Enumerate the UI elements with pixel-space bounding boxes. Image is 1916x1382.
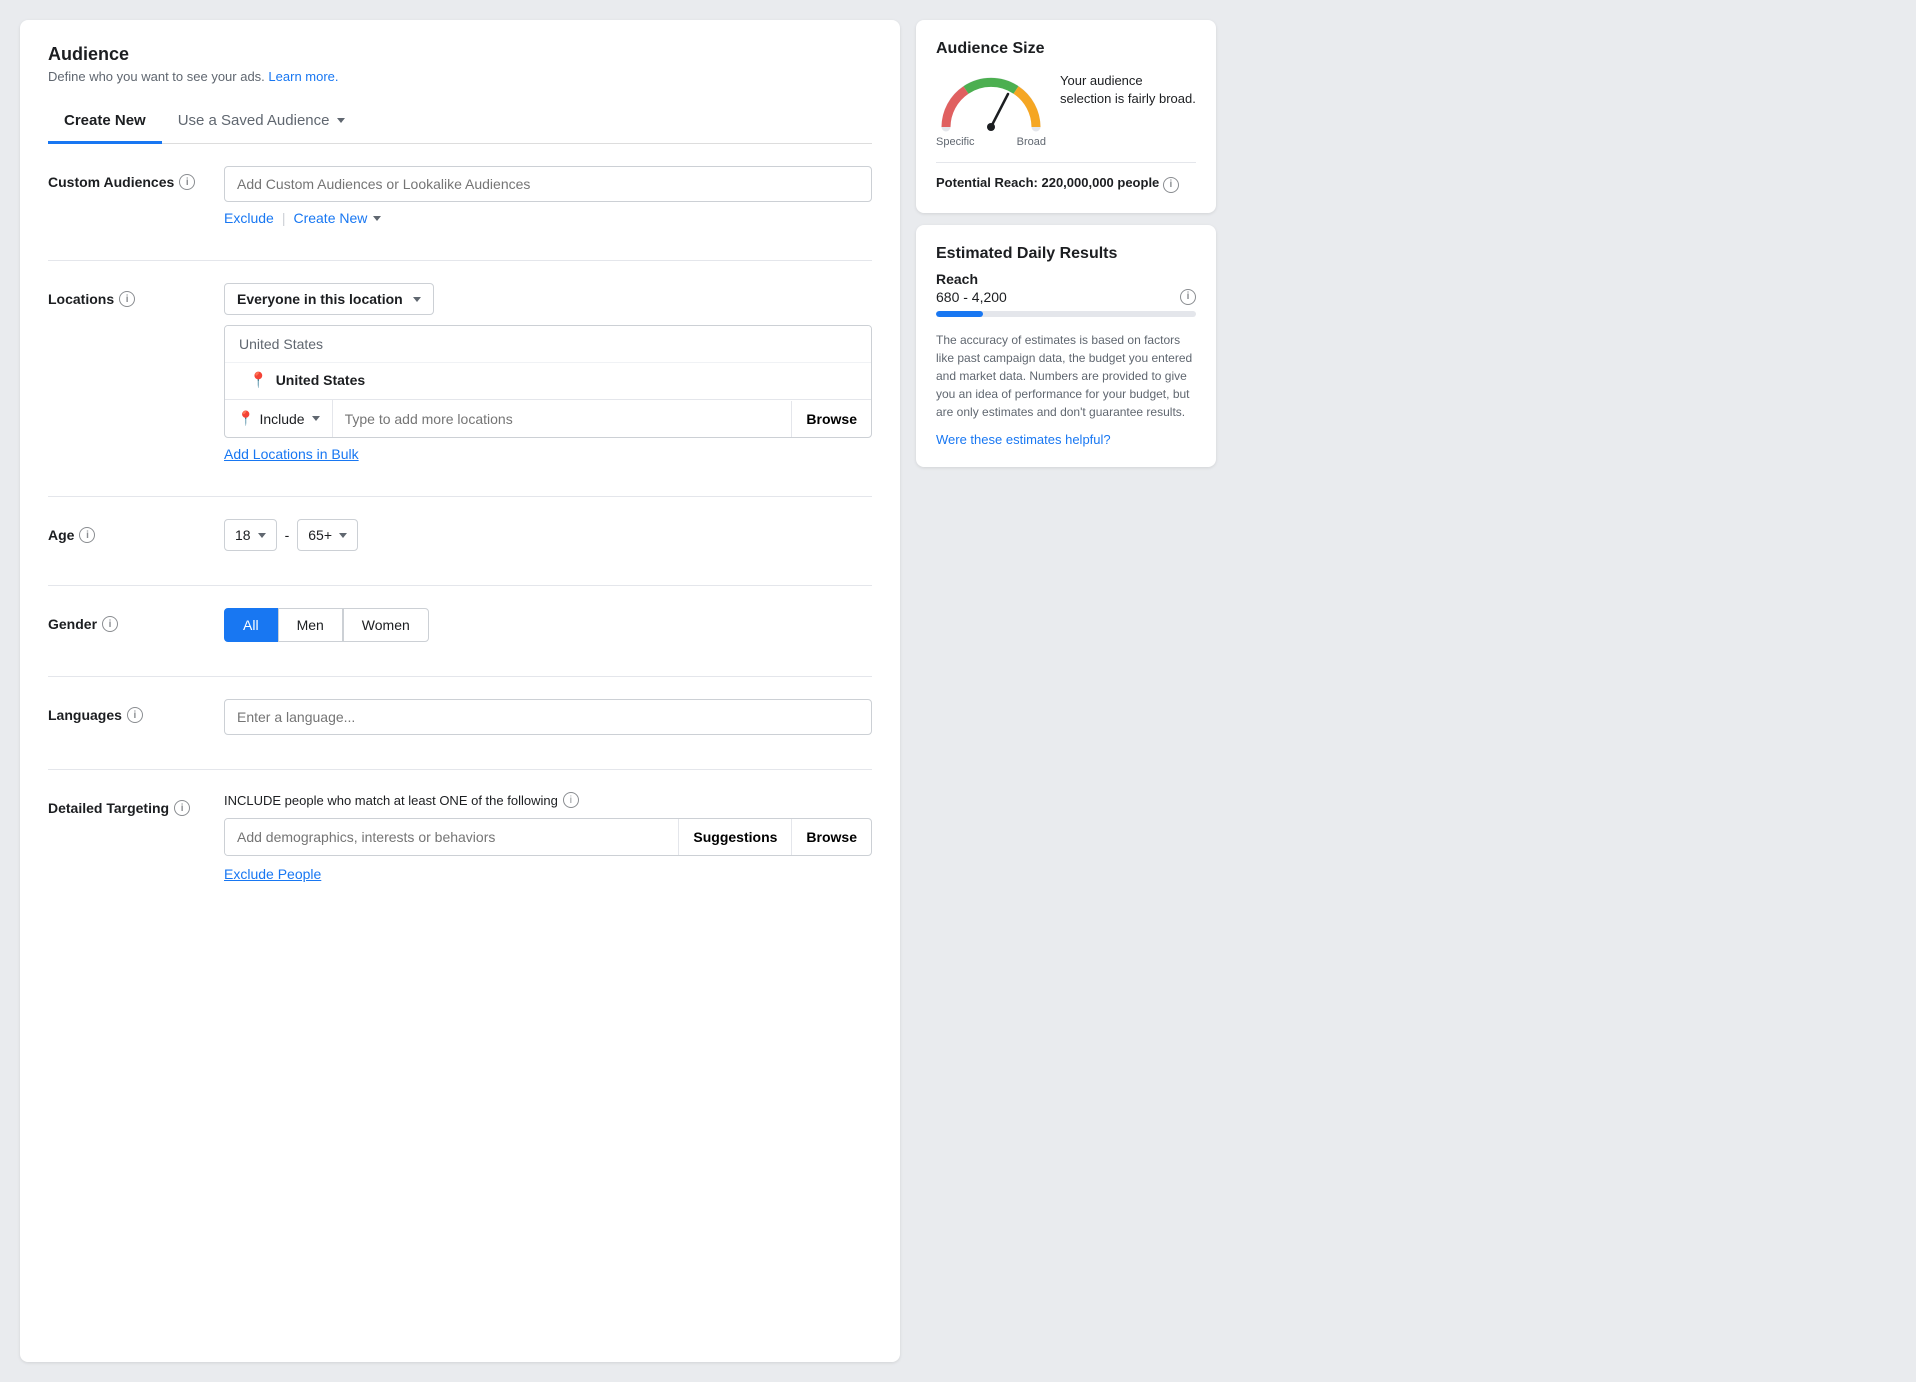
include-dropdown[interactable]: 📍 Include [225, 400, 333, 437]
page-title: Audience [48, 44, 872, 65]
gauge-labels: Specific Broad [936, 136, 1046, 148]
chevron-down-icon [312, 416, 320, 421]
tab-create-new[interactable]: Create New [48, 102, 162, 144]
languages-row: Languages i [48, 699, 872, 735]
age-info-icon[interactable]: i [79, 527, 95, 543]
potential-reach-info-icon[interactable]: i [1163, 177, 1179, 193]
location-item: 📍 United States [225, 362, 871, 399]
pin-small-icon: 📍 [237, 410, 254, 427]
location-search-input[interactable] [333, 401, 792, 437]
audience-size-title: Audience Size [936, 40, 1196, 58]
detailed-targeting-desc-info-icon[interactable]: i [563, 792, 579, 808]
tabs-bar: Create New Use a Saved Audience [48, 102, 872, 144]
reach-bar-background [936, 311, 1196, 317]
chevron-down-icon [337, 118, 345, 123]
main-panel: Audience Define who you want to see your… [20, 20, 900, 1362]
age-label: Age i [48, 519, 208, 543]
languages-label: Languages i [48, 699, 208, 723]
custom-audiences-label: Custom Audiences i [48, 166, 208, 190]
chevron-down-icon [413, 297, 421, 302]
potential-reach: Potential Reach: 220,000,000 people i [936, 162, 1196, 193]
audience-header: Audience Define who you want to see your… [48, 44, 872, 84]
tab-saved-audience[interactable]: Use a Saved Audience [162, 102, 362, 144]
custom-audiences-section: Custom Audiences i Exclude | Create New [48, 144, 872, 261]
detailed-targeting-label: Detailed Targeting i [48, 792, 208, 816]
page-subtitle: Define who you want to see your ads. Lea… [48, 69, 872, 84]
custom-audiences-row: Custom Audiences i Exclude | Create New [48, 166, 872, 226]
gender-label: Gender i [48, 608, 208, 632]
gender-women-button[interactable]: Women [343, 608, 429, 642]
age-row: Age i 18 - 65+ [48, 519, 872, 551]
location-type-dropdown[interactable]: Everyone in this location [224, 283, 434, 315]
create-new-button[interactable]: Create New [293, 210, 381, 226]
separator: | [282, 210, 286, 226]
reach-bar-fill [936, 311, 983, 317]
reach-note: The accuracy of estimates is based on fa… [936, 331, 1196, 421]
languages-field [224, 699, 872, 735]
gender-field: All Men Women [224, 608, 872, 642]
gauge-specific-label: Specific [936, 136, 975, 148]
gauge-broad-label: Broad [1017, 136, 1046, 148]
location-input-row: 📍 Include Browse [225, 399, 871, 437]
age-dash: - [285, 527, 290, 543]
targeting-search-input[interactable] [225, 819, 678, 855]
locations-row: Locations i Everyone in this location Un… [48, 283, 872, 462]
learn-more-link[interactable]: Learn more. [268, 69, 338, 84]
targeting-input-row: Suggestions Browse [224, 818, 872, 856]
custom-audiences-input[interactable] [224, 166, 872, 202]
age-section: Age i 18 - 65+ [48, 497, 872, 586]
languages-section: Languages i [48, 677, 872, 770]
estimated-results-title: Estimated Daily Results [936, 245, 1196, 263]
detailed-targeting-field: INCLUDE people who match at least ONE of… [224, 792, 872, 882]
gauge-area: Specific Broad Your audience selection i… [936, 72, 1196, 148]
location-box: United States 📍 United States 📍 Include … [224, 325, 872, 438]
detailed-targeting-row: Detailed Targeting i INCLUDE people who … [48, 792, 872, 882]
audience-size-card: Audience Size Specifi [916, 20, 1216, 213]
gender-section: Gender i All Men Women [48, 586, 872, 677]
audiences-links: Exclude | Create New [224, 210, 872, 226]
detailed-targeting-section: Detailed Targeting i INCLUDE people who … [48, 770, 872, 882]
age-max-dropdown[interactable]: 65+ [297, 519, 358, 551]
age-min-dropdown[interactable]: 18 [224, 519, 277, 551]
location-search-header: United States [225, 326, 871, 362]
reach-label: Reach [936, 271, 1196, 287]
potential-reach-value: 220,000,000 people [1041, 175, 1159, 190]
exclude-people-link[interactable]: Exclude People [224, 866, 321, 882]
chevron-down-icon [339, 533, 347, 538]
chevron-down-icon [258, 533, 266, 538]
targeting-browse-button[interactable]: Browse [791, 819, 871, 855]
gender-row: Gender i All Men Women [48, 608, 872, 642]
detailed-targeting-info-icon[interactable]: i [174, 800, 190, 816]
age-selectors: 18 - 65+ [224, 519, 872, 551]
detailed-desc: INCLUDE people who match at least ONE of… [224, 792, 872, 808]
locations-field: Everyone in this location United States … [224, 283, 872, 462]
gauge-container: Specific Broad [936, 72, 1046, 148]
add-bulk-link[interactable]: Add Locations in Bulk [224, 446, 359, 462]
exclude-button[interactable]: Exclude [224, 210, 274, 226]
helpful-link[interactable]: Were these estimates helpful? [936, 432, 1111, 447]
chevron-down-icon [373, 216, 381, 221]
side-panel: Audience Size Specifi [916, 20, 1216, 1362]
estimated-results-card: Estimated Daily Results Reach 680 - 4,20… [916, 225, 1216, 467]
locations-info-icon[interactable]: i [119, 291, 135, 307]
gender-men-button[interactable]: Men [278, 608, 343, 642]
gender-info-icon[interactable]: i [102, 616, 118, 632]
custom-audiences-field: Exclude | Create New [224, 166, 872, 226]
languages-info-icon[interactable]: i [127, 707, 143, 723]
age-field: 18 - 65+ [224, 519, 872, 551]
pin-icon: 📍 [249, 371, 268, 389]
custom-audiences-info-icon[interactable]: i [179, 174, 195, 190]
locations-label: Locations i [48, 283, 208, 307]
languages-input[interactable] [224, 699, 872, 735]
gender-buttons: All Men Women [224, 608, 872, 642]
audience-size-description: Your audience selection is fairly broad. [1060, 72, 1196, 108]
locations-section: Locations i Everyone in this location Un… [48, 261, 872, 497]
gender-all-button[interactable]: All [224, 608, 278, 642]
location-browse-button[interactable]: Browse [791, 401, 871, 437]
audience-gauge [936, 72, 1046, 132]
reach-range: 680 - 4,200 i [936, 289, 1196, 305]
reach-info-icon[interactable]: i [1180, 289, 1196, 305]
suggestions-button[interactable]: Suggestions [678, 819, 791, 855]
